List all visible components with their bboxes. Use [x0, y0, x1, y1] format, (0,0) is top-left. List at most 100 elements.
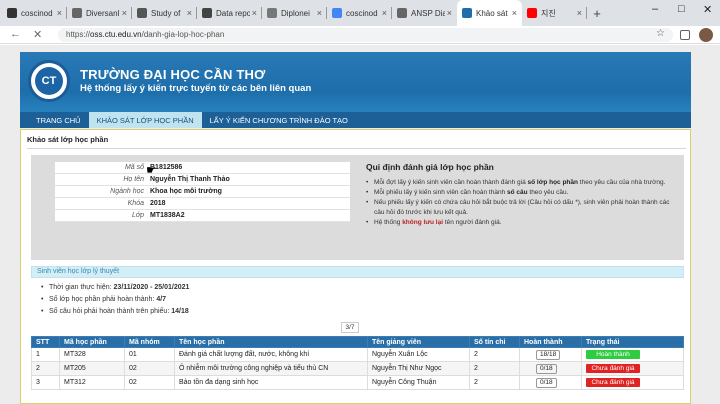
- browser-tab[interactable]: Study of ×: [132, 0, 197, 26]
- cell-status: Hoàn thành: [581, 347, 684, 362]
- info-key: Khóa: [127, 200, 144, 207]
- browser-tab[interactable]: Data repo ×: [197, 0, 262, 26]
- tab-close-icon[interactable]: ×: [447, 8, 452, 18]
- tab-favicon-icon: [72, 8, 82, 18]
- browser-tab[interactable]: 지진 ×: [522, 0, 587, 26]
- tab-close-icon[interactable]: ×: [317, 8, 322, 18]
- col-completed: Hoàn thành: [519, 336, 582, 348]
- menu-item-program-survey[interactable]: LẤY Ý KIẾN CHƯƠNG TRÌNH ĐÀO TẠO: [202, 112, 356, 128]
- rules-title: Qui định đánh giá lớp học phần: [366, 162, 494, 172]
- tab-close-icon[interactable]: ×: [252, 8, 257, 18]
- info-key: Ngành học: [110, 188, 144, 195]
- site-header: CT TRƯỜNG ĐẠI HỌC CẦN THƠ Hệ thống lấy ý…: [20, 52, 691, 117]
- main-content: Khảo sát lớp học phần Mã số B1812586 Họ tê…: [20, 129, 691, 404]
- rule-item: Mỗi đợt lấy ý kiến sinh viên cần hoàn th…: [366, 178, 676, 188]
- bookmark-star-icon[interactable]: ☆: [656, 28, 665, 39]
- address-bar-row: ← ✕ https://oss.ctu.edu.vn/danh-gia-lop-…: [0, 26, 720, 44]
- tab-label: Study of: [151, 8, 181, 18]
- stat-classes: Số lớp học phần phải hoàn thành: 4/7: [41, 294, 189, 306]
- tab-favicon-icon: [462, 8, 472, 18]
- close-loading-icon[interactable]: ✕: [33, 28, 42, 41]
- info-value: 2018: [150, 200, 166, 207]
- table-row[interactable]: 3 MT312 02 Bảo tồn đa dạng sinh học Nguyễn C…: [31, 375, 684, 390]
- cell-stt: 2: [31, 361, 60, 376]
- web-page: CT TRƯỜNG ĐẠI HỌC CẦN THƠ Hệ thống lấy ý…: [0, 45, 720, 404]
- url-prefix: https://: [66, 30, 91, 39]
- cell-nhom: 02: [124, 361, 175, 376]
- stat-questions: Số câu hỏi phải hoàn thành trên phiếu: 1…: [41, 306, 189, 318]
- cell-completed: 0/18: [519, 375, 582, 390]
- rule-item: Mỗi phiếu lấy ý kiến sinh viên cần hoàn …: [366, 188, 676, 198]
- url-domain: oss.ctu.edu.vn: [90, 30, 142, 39]
- maximize-icon[interactable]: □: [678, 3, 685, 15]
- rules-box: Qui định đánh giá lớp học phần Mỗi đợt l…: [366, 162, 676, 228]
- col-status: Trạng thái: [581, 336, 684, 348]
- browser-tab[interactable]: Diversanl ×: [67, 0, 132, 26]
- mouse-cursor-icon: ☛: [146, 163, 157, 177]
- info-key: Mã số: [124, 164, 144, 171]
- window-close-icon[interactable]: ✕: [703, 3, 712, 16]
- menu-item-home[interactable]: TRANG CHỦ: [28, 112, 89, 128]
- info-row: Ngành học Khoa học môi trường: [55, 186, 350, 198]
- student-info: Mã số B1812586 Họ tên Nguyễn Thị Thanh Thảo…: [55, 162, 350, 222]
- cell-tc: 2: [469, 375, 520, 390]
- cell-stt: 1: [31, 347, 60, 362]
- pager-badge: 3/7: [341, 322, 359, 333]
- cell-completed: 0/18: [519, 361, 582, 376]
- col-group: Mã nhóm: [124, 336, 175, 348]
- tab-close-icon[interactable]: ×: [187, 8, 192, 18]
- info-key: Lớp: [131, 212, 144, 219]
- table-row[interactable]: 2 MT205 02 Ô nhiễm môi trường công nghiệp v…: [31, 361, 684, 376]
- browser-tab[interactable]: ANSP Dia ×: [392, 0, 457, 26]
- tab-favicon-icon: [7, 8, 17, 18]
- cell-ten: Đánh giá chất lượng đất, nước, không khí: [174, 347, 368, 362]
- main-menu: TRANG CHỦ KHẢO SÁT LỚP HỌC PHẦN LẤY Ý KI…: [20, 112, 691, 128]
- back-icon[interactable]: ←: [10, 28, 21, 40]
- cell-nhom: 02: [124, 375, 175, 390]
- browser-tab[interactable]: coscinod ×: [2, 0, 67, 26]
- info-row: Lớp MT1838A2: [55, 210, 350, 222]
- tab-close-icon[interactable]: ×: [57, 8, 62, 18]
- tab-label: Data repo: [216, 8, 250, 18]
- table-row[interactable]: 1 MT328 01 Đánh giá chất lượng đất, nước, k…: [31, 347, 684, 362]
- info-value: Nguyễn Thị Thanh Thảo: [150, 176, 230, 183]
- class-table: STT Mã học phần Mã nhóm Tên học phần Tên…: [31, 336, 684, 390]
- completed-count: 18/18: [536, 349, 561, 360]
- status-completed-button[interactable]: Hoàn thành: [586, 350, 640, 359]
- info-row: Khóa 2018: [55, 198, 350, 210]
- cell-ten: Ô nhiễm môi trường công nghiệp và tiểu t…: [174, 361, 368, 376]
- tab-label: ANSP Dia: [411, 8, 445, 18]
- info-value: Khoa học môi trường: [150, 188, 222, 195]
- cell-tc: 2: [469, 347, 520, 362]
- tab-close-icon[interactable]: ×: [577, 8, 582, 18]
- new-tab-button[interactable]: +: [587, 0, 607, 26]
- tab-close-icon[interactable]: ×: [382, 8, 387, 18]
- tab-close-icon[interactable]: ×: [512, 8, 517, 18]
- tab-favicon-icon: [527, 8, 537, 18]
- cell-completed: 18/18: [519, 347, 582, 362]
- tab-close-icon[interactable]: ×: [122, 8, 127, 18]
- status-evaluate-button[interactable]: Chưa đánh giá: [586, 364, 640, 373]
- table-header-row: STT Mã học phần Mã nhóm Tên học phần Tên…: [31, 336, 684, 348]
- cell-status: Chưa đánh giá: [581, 361, 684, 376]
- url-field[interactable]: https://oss.ctu.edu.vn/danh-gia-lop-hoc-…: [58, 28, 673, 42]
- extensions-icon[interactable]: [680, 30, 690, 40]
- tab-favicon-icon: [202, 8, 212, 18]
- tab-favicon-icon: [397, 8, 407, 18]
- profile-avatar[interactable]: [699, 28, 713, 42]
- status-evaluate-button[interactable]: Chưa đánh giá: [586, 378, 640, 387]
- cell-stt: 3: [31, 375, 60, 390]
- menu-item-class-survey[interactable]: KHẢO SÁT LỚP HỌC PHẦN: [88, 112, 202, 128]
- progress-header: Sinh viên học lớp lý thuyết: [31, 266, 684, 278]
- col-code: Mã học phần: [59, 336, 125, 348]
- browser-tab[interactable]: Khảo sát ×: [457, 0, 522, 26]
- browser-tab[interactable]: Diplonei ×: [262, 0, 327, 26]
- menu-kebab-icon[interactable]: ⋮: [716, 28, 720, 39]
- info-row: Họ tên Nguyễn Thị Thanh Thảo: [55, 174, 350, 186]
- browser-tab[interactable]: coscinod ×: [327, 0, 392, 26]
- cell-tc: 2: [469, 361, 520, 376]
- minimize-icon[interactable]: –: [652, 3, 658, 15]
- info-key: Họ tên: [123, 176, 144, 183]
- info-row: Mã số B1812586: [55, 162, 350, 174]
- tab-label: Diplonei: [281, 8, 310, 18]
